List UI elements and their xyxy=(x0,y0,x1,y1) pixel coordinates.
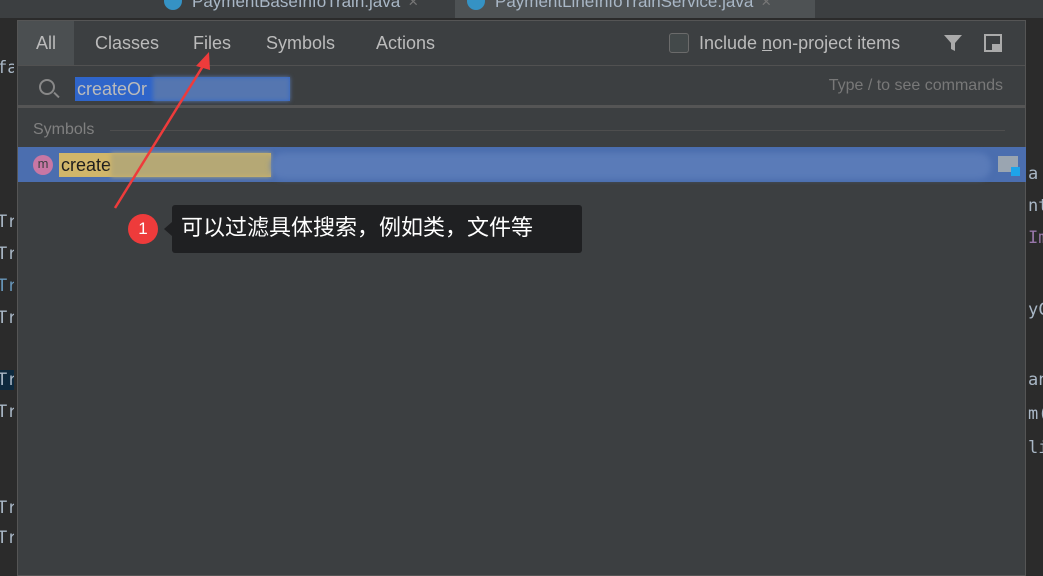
annotation-tooltip: 可以过滤具体搜索，例如类，文件等 xyxy=(164,205,582,253)
annotation-badge: 1 xyxy=(128,214,158,244)
annotation-arrow xyxy=(113,52,210,209)
